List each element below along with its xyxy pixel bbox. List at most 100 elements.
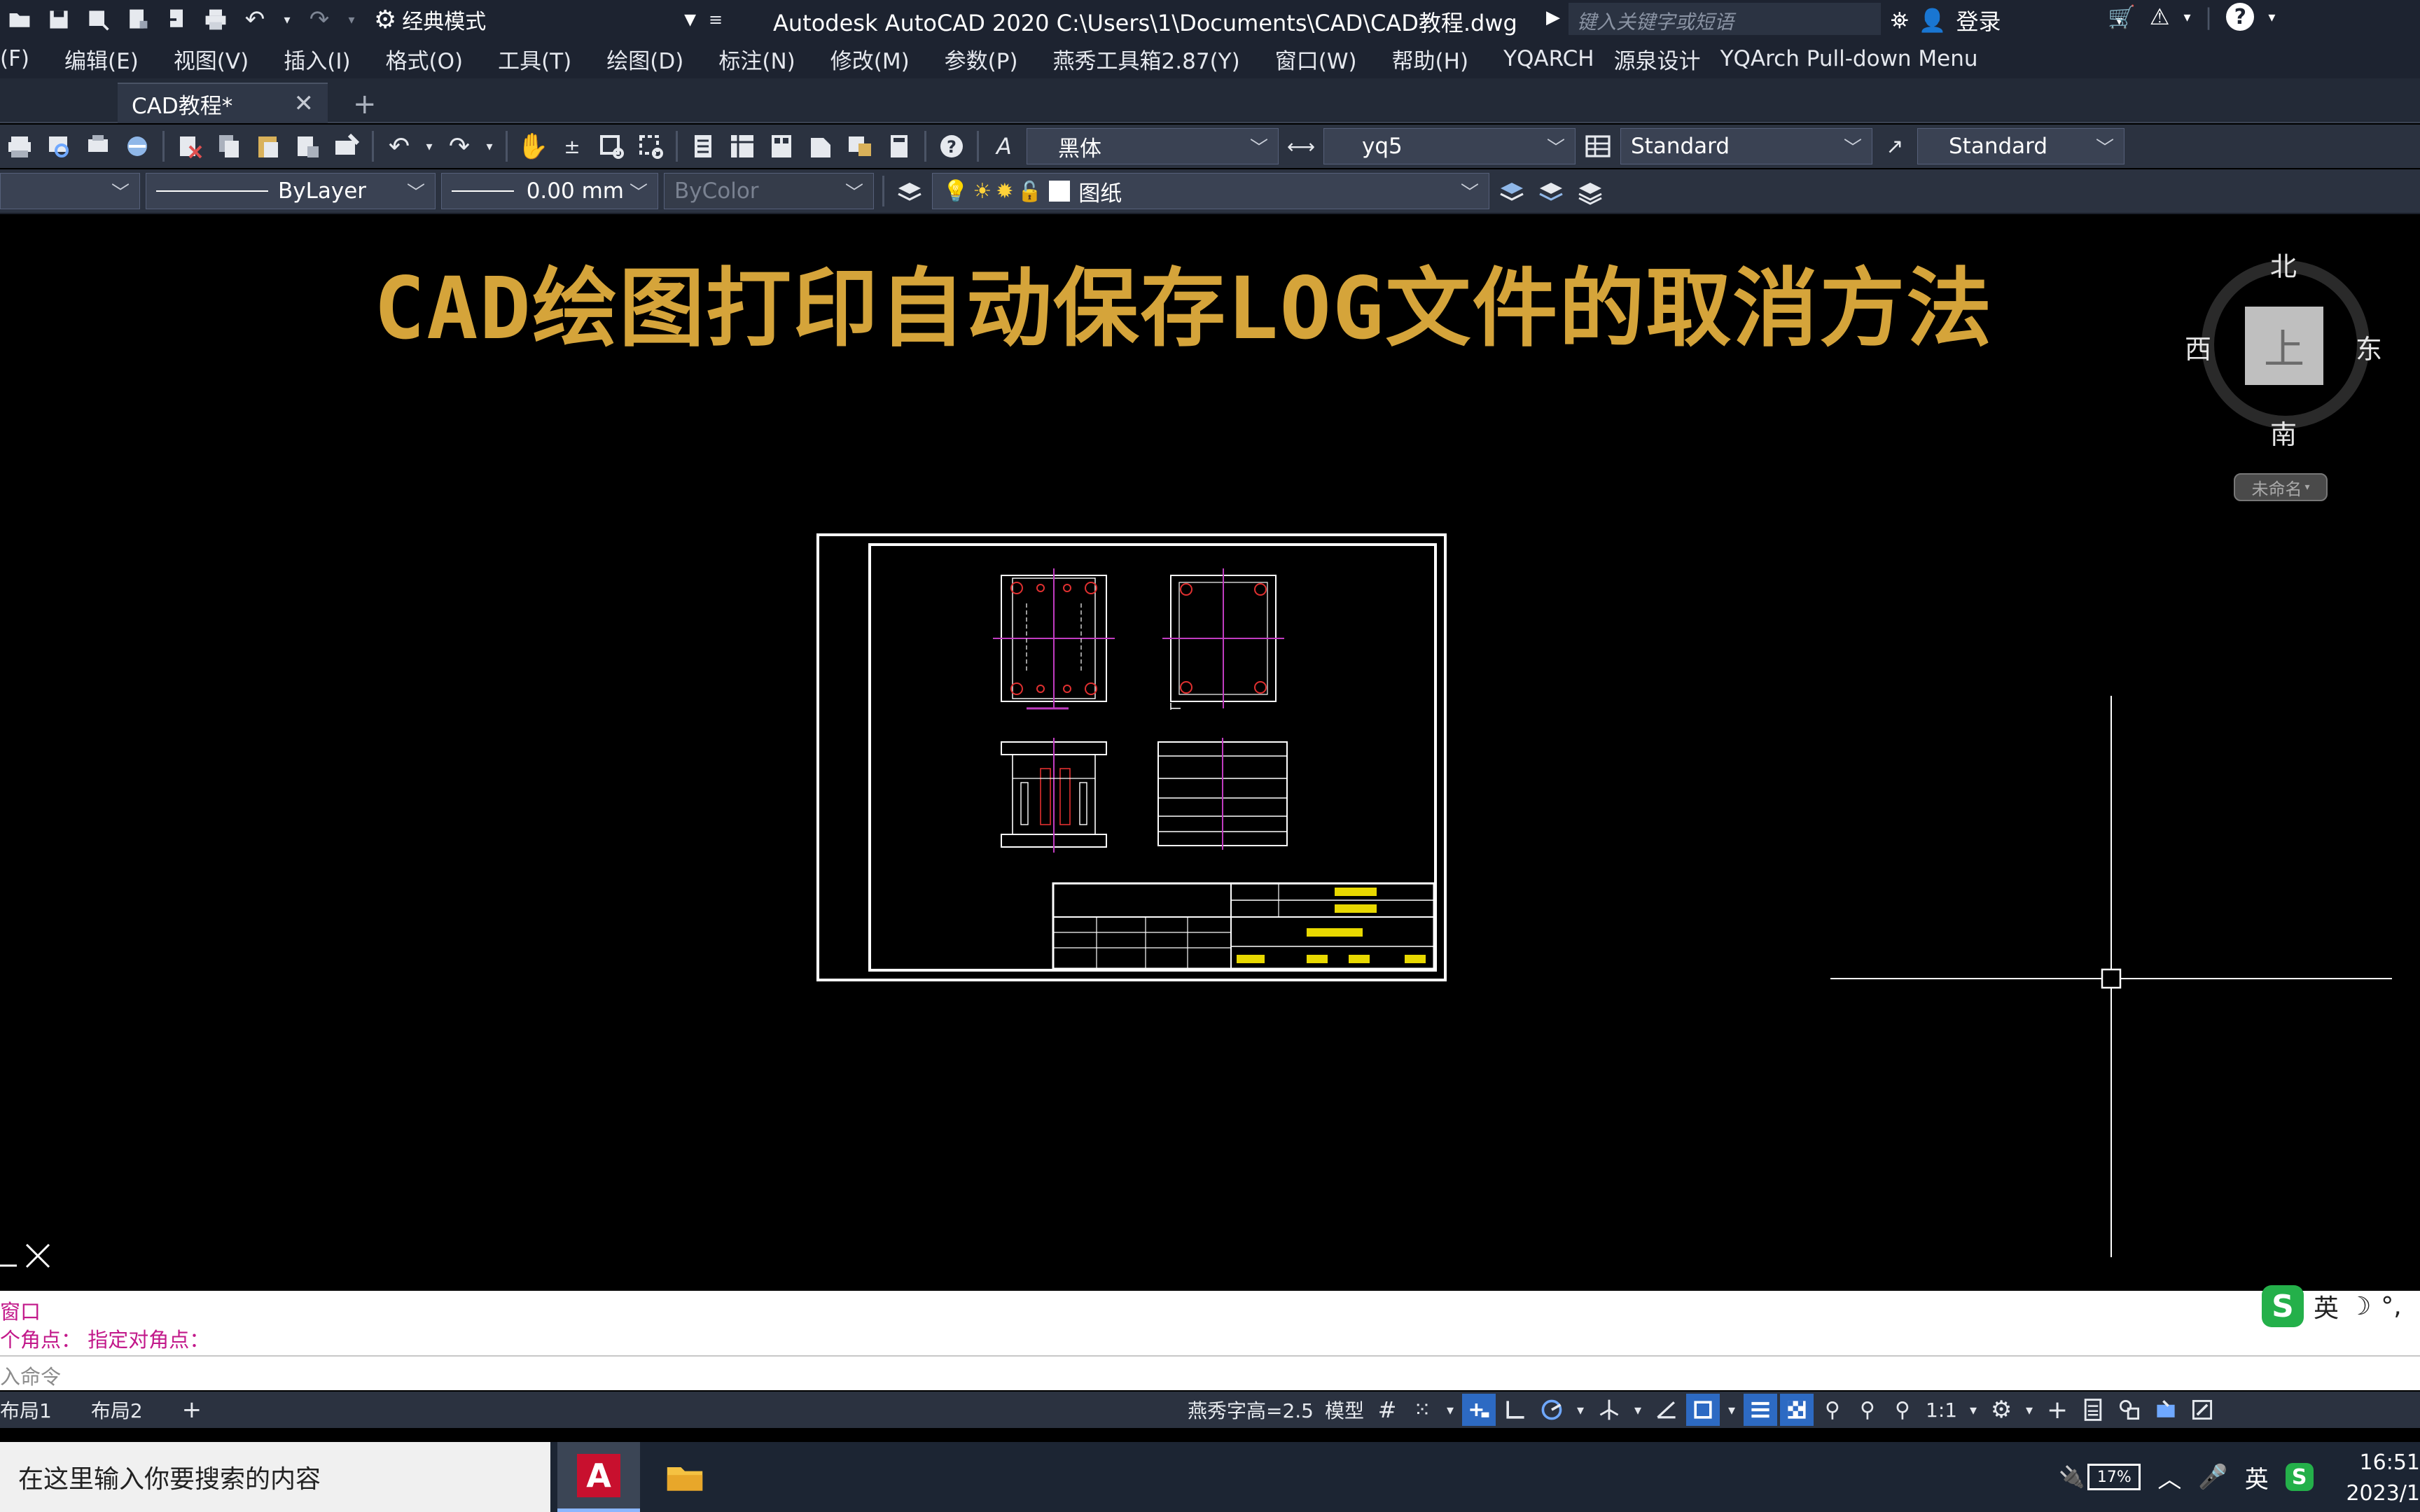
object-snap-dropdown-icon[interactable]: ▾ [1723,1394,1741,1426]
menu-tools[interactable]: 工具(T) [498,43,571,75]
a360-icon[interactable]: ⚠ [2150,4,2170,30]
compass-east[interactable]: 东 [2356,328,2382,366]
annotation-monitor-icon[interactable]: + [2041,1394,2073,1426]
save-icon[interactable] [45,6,73,34]
hardware-acceleration-icon[interactable] [2149,1394,2183,1426]
named-view-dropdown[interactable]: 未命名 ▾ [2234,473,2328,501]
linetype-select[interactable]: ByLayer ﹀ [146,173,436,209]
compass-north[interactable]: 北 [2270,245,2297,284]
compass-west[interactable]: 西 [2185,328,2211,366]
menu-view[interactable]: 视图(V) [174,43,249,75]
quick-properties-icon[interactable] [2076,1394,2110,1426]
ime-toolbar[interactable]: S 英 ☽ °, [2262,1284,2420,1329]
layer-properties-icon[interactable] [893,175,926,207]
a360-dropdown-icon[interactable]: ▾ [2184,8,2191,25]
viewcube-top-face[interactable]: 上 [2245,307,2323,385]
help-icon[interactable]: ? [936,130,968,162]
menu-yqarch-pulldown[interactable]: YQArch Pull-down Menu [1720,46,1978,71]
compass-south[interactable]: 南 [2270,413,2297,451]
font-height-status[interactable]: 燕秀字高=2.5 [1183,1394,1318,1426]
windows-search-input[interactable]: 在这里输入你要搜索的内容 [0,1442,550,1512]
menu-file[interactable]: (F) [0,46,29,71]
undo-list-icon[interactable]: ▾ [422,130,436,162]
menu-yqarch[interactable]: YQARCH [1503,46,1594,71]
design-center-icon[interactable] [726,130,758,162]
sogou-tray-icon[interactable]: S [2285,1463,2314,1491]
grid-icon[interactable]: # [1371,1394,1403,1426]
menu-dimension[interactable]: 标注(N) [718,43,795,75]
auto-scale-icon[interactable]: ⚲ [1851,1394,1884,1426]
undo-icon[interactable]: ↶ [241,6,269,34]
dimension-style-select[interactable]: yq5 ﹀ [1323,128,1576,164]
scale-dropdown-icon[interactable]: ▾ [1964,1394,1982,1426]
snap-icon[interactable]: ⁙ [1406,1394,1438,1426]
snap-dropdown-icon[interactable]: ▾ [1441,1394,1459,1426]
tab-cad-tutorial[interactable]: CAD教程* ✕ [118,83,328,123]
menu-yuanquan-design[interactable]: 源泉设计 [1614,43,1701,75]
taskbar-autocad-button[interactable]: A [557,1442,640,1512]
block-editor-icon[interactable] [331,130,363,162]
print-icon[interactable] [202,6,230,34]
menu-modify[interactable]: 修改(M) [830,43,910,75]
menu-window[interactable]: 窗口(W) [1275,43,1357,75]
new-tab-button[interactable]: + [353,88,377,120]
layer-states-icon[interactable] [1574,175,1606,207]
annotation-scale-value[interactable]: 1:1 [1921,1394,1961,1426]
signin-label[interactable]: 登录 [1956,4,2001,36]
make-current-layer-icon[interactable] [1496,175,1528,207]
match-properties-icon[interactable] [291,130,324,162]
object-snap-icon[interactable] [1686,1394,1720,1426]
redo-icon[interactable]: ↷ [443,130,475,162]
redo-dropdown-icon[interactable]: ▾ [345,6,359,34]
menu-draw[interactable]: 绘图(D) [606,43,683,75]
layer-previous-icon[interactable] [1535,175,1567,207]
binoculars-icon[interactable]: ⛯ [1891,7,1909,34]
undo-dropdown-icon[interactable]: ▾ [280,6,294,34]
dynamic-input-icon[interactable] [1462,1394,1496,1426]
text-style-icon[interactable]: A [988,130,1020,162]
isodraft-icon[interactable] [1592,1394,1626,1426]
plot-preview-icon[interactable] [43,130,75,162]
tab-layout1[interactable]: 布局1 [0,1396,71,1424]
pan-icon[interactable]: ✋ [517,130,549,162]
zoom-realtime-icon[interactable]: ± [556,130,588,162]
workspace-select[interactable]: ⚙ 经典模式 ▼ [374,4,696,35]
polar-dropdown-icon[interactable]: ▾ [1571,1394,1590,1426]
workspace-switch-icon[interactable]: ⚙ [1985,1394,2017,1426]
command-line-close-icon[interactable] [0,1238,56,1273]
open-icon[interactable] [6,6,34,34]
menu-parametric[interactable]: 参数(P) [945,43,1018,75]
help-search-input[interactable]: 键入关键字或短语 [1569,3,1881,35]
workspace-dropdown-icon[interactable]: ▾ [2020,1394,2038,1426]
polar-tracking-icon[interactable] [1535,1394,1569,1426]
text-style-select[interactable]: 黑体 ﹀ [1027,128,1279,164]
ortho-icon[interactable] [1498,1394,1532,1426]
punctuation-icon[interactable]: °, [2381,1292,2401,1321]
cart-icon[interactable]: 🛒 [2108,4,2136,30]
object-snap-tracking-icon[interactable] [1650,1394,1683,1426]
command-input[interactable]: 入命令 [0,1355,2420,1390]
color-select[interactable]: ﹀ [0,173,140,209]
isodraft-dropdown-icon[interactable]: ▾ [1629,1394,1647,1426]
tool-palettes-icon[interactable] [765,130,798,162]
undo-icon[interactable]: ↶ [383,130,415,162]
zoom-previous-icon[interactable] [634,130,667,162]
drawing-sheet[interactable] [816,533,1447,981]
system-clock[interactable]: 16:51 2023/1 [2332,1448,2420,1509]
table-style-icon[interactable] [1582,130,1614,162]
redo-list-icon[interactable]: ▾ [482,130,496,162]
plot-icon[interactable] [4,130,36,162]
add-layout-button[interactable]: + [162,1396,222,1424]
properties-icon[interactable] [687,130,719,162]
tray-ime-language[interactable]: 英 [2245,1460,2269,1494]
customize-qat-icon[interactable]: ≡ [702,6,730,34]
dimension-style-icon[interactable]: ⟷ [1285,130,1317,162]
ime-language[interactable]: 英 [2314,1288,2339,1324]
microphone-icon[interactable]: 🎤 [2198,1463,2227,1491]
show-hidden-icons-chevron-icon[interactable]: ︿ [2157,1460,2181,1494]
multileader-style-select[interactable]: Standard ﹀ [1917,128,2125,164]
redo-icon[interactable]: ↷ [305,6,333,34]
multileader-style-icon[interactable]: ↗ [1879,130,1911,162]
layer-select[interactable]: 💡 ☀ ✹ 🔓 图纸 ﹀ [932,173,1489,209]
model-space-toggle[interactable]: 模型 [1321,1394,1368,1426]
